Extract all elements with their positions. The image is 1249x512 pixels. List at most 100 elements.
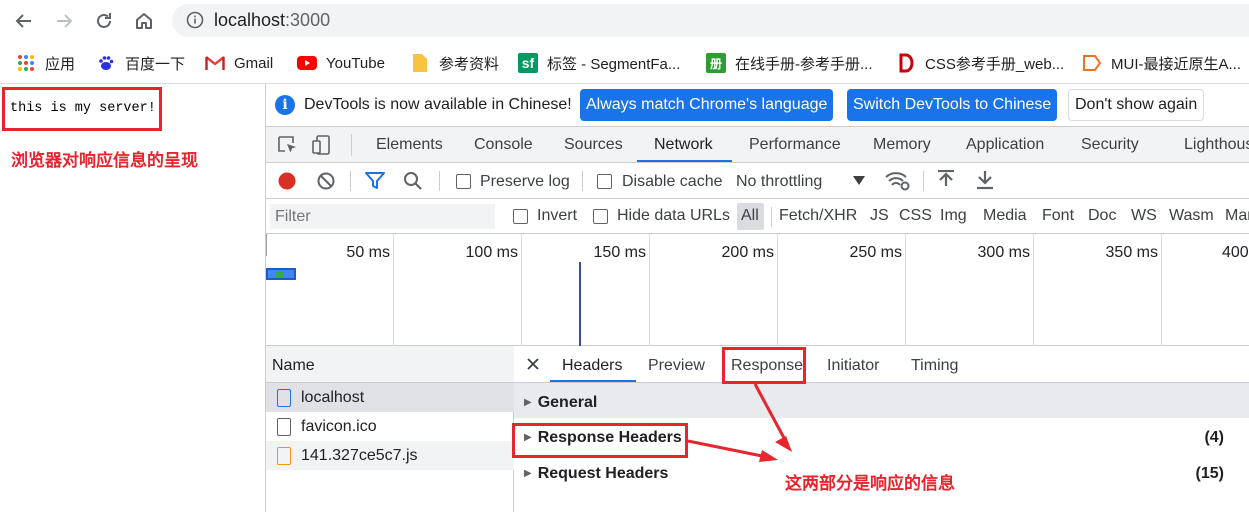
toolbar-divider: [923, 171, 924, 191]
tick-line: [393, 234, 394, 346]
bookmark-gmail[interactable]: Gmail: [205, 51, 273, 75]
forward-button[interactable]: [49, 6, 79, 36]
filter-type-ws[interactable]: WS: [1131, 207, 1157, 225]
export-har-icon[interactable]: [976, 170, 994, 190]
request-name: localhost: [301, 388, 365, 406]
tab-performance[interactable]: Performance: [749, 136, 841, 154]
tab-lighthouse[interactable]: Lighthouse: [1184, 136, 1249, 154]
tick-line: [649, 234, 650, 346]
record-button-icon[interactable]: [277, 171, 297, 191]
address-bar[interactable]: localhost:3000: [172, 4, 1249, 37]
filter-type-wasm[interactable]: Wasm: [1169, 207, 1214, 225]
tick-line: [905, 234, 906, 346]
tick-label: 50 ms: [346, 244, 390, 261]
annotation-box-response-headers: [512, 423, 688, 458]
bookmark-label: YouTube: [326, 54, 385, 72]
preserve-log-label: Preserve log: [480, 173, 570, 190]
bookmark-css-reference[interactable]: CSS参考手册_web...: [896, 51, 1064, 75]
home-button[interactable]: [129, 6, 159, 36]
annotation-browser-rendering: 浏览器对响应信息的呈现: [11, 151, 198, 170]
switch-to-chinese-button[interactable]: Switch DevTools to Chinese: [847, 89, 1058, 121]
arrow-left-icon: [15, 14, 31, 28]
caret-down-icon[interactable]: [853, 176, 865, 185]
always-match-language-button[interactable]: Always match Chrome's language: [580, 89, 834, 121]
tick-label: 100 ms: [465, 244, 518, 261]
clear-icon[interactable]: [317, 172, 335, 190]
import-har-icon[interactable]: [937, 170, 955, 190]
hide-data-urls-label: Hide data URLs: [617, 207, 730, 224]
detail-tab-initiator[interactable]: Initiator: [827, 357, 879, 375]
filter-input[interactable]: [270, 204, 495, 229]
tab-sources[interactable]: Sources: [564, 136, 623, 154]
invert-label: Invert: [537, 207, 578, 224]
bookmark-segmentfault[interactable]: sf 标签 - SegmentFa...: [518, 51, 680, 75]
toolbar-divider: [582, 171, 583, 191]
bookmark-reference-folder[interactable]: 参考资料: [410, 51, 499, 75]
bookmark-label: 百度一下: [125, 55, 186, 73]
section-general[interactable]: ▶ General: [514, 383, 1249, 418]
preserve-log-checkbox[interactable]: [456, 174, 471, 189]
bookmark-apps[interactable]: 应用: [16, 51, 75, 75]
tab-memory[interactable]: Memory: [873, 136, 931, 154]
filter-type-font[interactable]: Font: [1042, 207, 1074, 225]
folder-icon: [410, 53, 430, 73]
filter-type-img[interactable]: Img: [940, 207, 967, 225]
request-name: favicon.ico: [301, 417, 377, 435]
overview-left-handle[interactable]: [266, 234, 267, 256]
name-column-header[interactable]: Name: [266, 346, 514, 383]
tab-application[interactable]: Application: [966, 136, 1044, 154]
network-conditions-icon[interactable]: [885, 170, 911, 192]
filter-type-js[interactable]: JS: [870, 207, 889, 225]
request-row-favicon[interactable]: favicon.ico: [266, 412, 514, 441]
inspect-element-icon[interactable]: [277, 135, 299, 155]
home-icon: [136, 13, 152, 29]
bookmark-youtube[interactable]: YouTube: [297, 51, 385, 75]
expand-triangle-icon: ▶: [524, 468, 532, 479]
site-info-icon[interactable]: [186, 11, 204, 29]
back-button[interactable]: [9, 6, 39, 36]
request-name: 141.327ce5c7.js: [301, 446, 418, 464]
bookmark-manual[interactable]: 册 在线手册-参考手册...: [706, 51, 873, 75]
filter-type-manifest[interactable]: Manifest: [1225, 207, 1249, 225]
disable-cache-checkbox[interactable]: [597, 174, 612, 189]
tick-line: [777, 234, 778, 346]
network-overview-timeline[interactable]: 50 ms 100 ms 150 ms 200 ms 250 ms 300 ms…: [266, 234, 1249, 346]
tab-network[interactable]: Network: [654, 136, 713, 154]
tick-label: 400 ms: [1222, 244, 1249, 261]
tick-line: [521, 234, 522, 346]
request-row-localhost[interactable]: localhost: [266, 383, 514, 412]
gmail-icon: [205, 53, 225, 73]
filter-type-all[interactable]: All: [741, 207, 759, 225]
bookmark-mui[interactable]: MUI-最接近原生A...: [1082, 51, 1241, 75]
device-toolbar-icon[interactable]: [312, 135, 334, 155]
hide-data-urls-checkbox[interactable]: [593, 209, 608, 224]
throttling-select[interactable]: No throttling: [736, 173, 822, 191]
detail-tab-timing[interactable]: Timing: [911, 357, 958, 375]
tab-elements[interactable]: Elements: [376, 136, 443, 154]
detail-tab-headers[interactable]: Headers: [562, 357, 622, 375]
dont-show-again-button[interactable]: Don't show again: [1068, 89, 1205, 121]
close-icon[interactable]: [527, 358, 539, 370]
detail-tab-preview[interactable]: Preview: [648, 357, 705, 375]
request-row-js[interactable]: 141.327ce5c7.js: [266, 441, 514, 470]
toolbar-divider: [439, 171, 440, 191]
filter-type-media[interactable]: Media: [983, 207, 1027, 225]
dom-content-loaded-marker: [579, 262, 581, 346]
tick-label: 250 ms: [849, 244, 902, 261]
network-filter-bar: Invert Hide data URLs All Fetch/XHR JS C…: [266, 199, 1249, 234]
tab-console[interactable]: Console: [474, 136, 533, 154]
reload-button[interactable]: [89, 6, 119, 36]
bookmark-baidu[interactable]: 百度一下: [96, 51, 185, 75]
search-icon[interactable]: [403, 171, 423, 191]
filter-funnel-icon[interactable]: [365, 172, 385, 190]
baidu-paw-icon: [96, 53, 116, 73]
filter-type-css[interactable]: CSS: [899, 207, 932, 225]
tab-security[interactable]: Security: [1081, 136, 1139, 154]
filter-type-fetch-xhr[interactable]: Fetch/XHR: [779, 207, 857, 225]
file-icon: [277, 417, 291, 436]
filter-type-doc[interactable]: Doc: [1088, 207, 1116, 225]
apps-grid-icon: [16, 53, 36, 73]
request-list: Name localhost favicon.ico 141.327ce5c7.…: [266, 346, 514, 512]
invert-checkbox[interactable]: [513, 209, 528, 224]
manual-icon: 册: [706, 53, 726, 73]
